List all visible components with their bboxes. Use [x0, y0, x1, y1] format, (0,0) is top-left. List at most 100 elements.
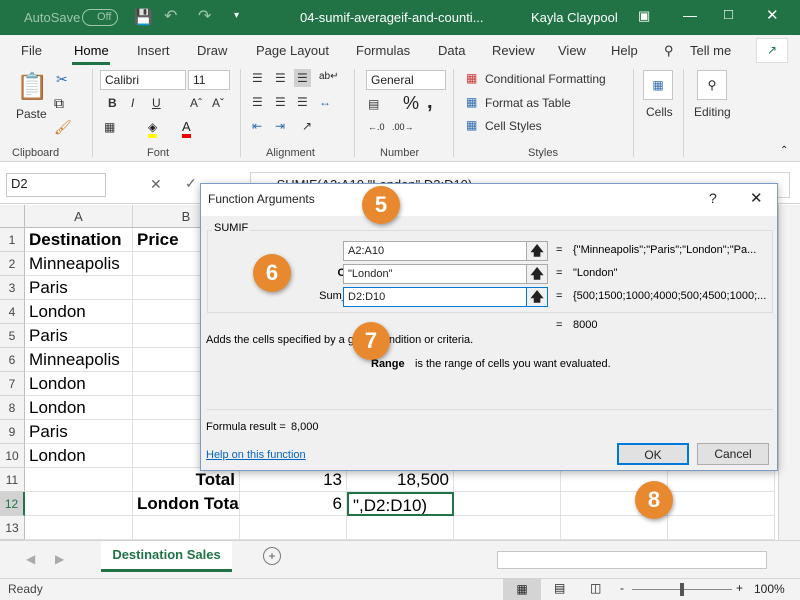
row-header[interactable]: 11	[0, 468, 25, 492]
tab-home[interactable]: Home	[74, 43, 109, 58]
cell-b12[interactable]: London Total	[133, 492, 240, 516]
user-name[interactable]: Kayla Claypool	[531, 10, 618, 25]
cell-g12[interactable]	[668, 492, 775, 516]
cell-a3[interactable]: Paris	[25, 276, 133, 300]
cell-a7[interactable]: London	[25, 372, 133, 396]
row-header[interactable]: 12	[0, 492, 25, 516]
merge-center-icon[interactable]: ↔	[319, 95, 331, 109]
cell-a2[interactable]: Minneapolis	[25, 252, 133, 276]
orientation-icon[interactable]: ↗	[302, 119, 312, 133]
cell-a4[interactable]: London	[25, 300, 133, 324]
decrease-indent-icon[interactable]: ⇤	[252, 119, 262, 133]
tab-file[interactable]: File	[21, 43, 42, 58]
cell-g11[interactable]	[668, 468, 775, 492]
comma-style-icon[interactable]: ,	[427, 91, 433, 114]
cell-a12[interactable]	[25, 492, 133, 516]
arg-input-range[interactable]: A2:A10	[343, 241, 537, 261]
conditional-formatting-button[interactable]: Conditional Formatting	[485, 72, 606, 86]
cell-a9[interactable]: Paris	[25, 420, 133, 444]
row-header[interactable]: 1	[0, 228, 25, 252]
ribbon-display-icon[interactable]: ▣	[638, 8, 650, 24]
number-format-select[interactable]: General	[366, 70, 446, 90]
row-header[interactable]: 3	[0, 276, 25, 300]
underline-icon[interactable]: U	[152, 96, 161, 110]
borders-icon[interactable]: ▦	[104, 120, 115, 134]
paste-icon[interactable]: 📋	[16, 71, 48, 102]
align-right-icon[interactable]: ☰	[297, 95, 308, 109]
ok-button[interactable]: OK	[617, 443, 689, 465]
decrease-font-icon[interactable]: Aˇ	[212, 96, 224, 110]
cell-c13[interactable]	[240, 516, 347, 540]
cell-styles-button[interactable]: Cell Styles	[485, 119, 542, 133]
zoom-out-icon[interactable]: -	[620, 581, 624, 595]
align-left-icon[interactable]: ☰	[252, 95, 263, 109]
row-header[interactable]: 4	[0, 300, 25, 324]
copy-icon[interactable]: ⧉	[54, 95, 64, 112]
row-header[interactable]: 8	[0, 396, 25, 420]
align-top-icon[interactable]: ☰	[252, 71, 263, 85]
tab-formulas[interactable]: Formulas	[356, 43, 410, 58]
share-icon[interactable]: ↗	[756, 38, 788, 63]
tab-help[interactable]: Help	[611, 43, 638, 58]
save-icon[interactable]: 💾	[134, 8, 153, 26]
zoom-level[interactable]: 100%	[754, 582, 785, 596]
row-header[interactable]: 2	[0, 252, 25, 276]
cell-g13[interactable]	[668, 516, 775, 540]
accounting-format-icon[interactable]: ▤	[368, 97, 379, 111]
cell-a8[interactable]: London	[25, 396, 133, 420]
cancel-button[interactable]: Cancel	[697, 443, 769, 465]
vertical-scrollbar[interactable]	[778, 205, 800, 540]
page-break-view-icon[interactable]: ◫	[590, 581, 601, 595]
cell-c12[interactable]: 6	[240, 492, 347, 516]
italic-icon[interactable]: I	[131, 96, 134, 110]
select-all-corner[interactable]	[0, 205, 25, 228]
help-link[interactable]: Help on this function	[206, 449, 306, 461]
row-header[interactable]: 7	[0, 372, 25, 396]
row-header[interactable]: 10	[0, 444, 25, 468]
search-icon[interactable]: ⚲	[664, 43, 674, 59]
zoom-in-icon[interactable]: +	[736, 581, 743, 595]
collapse-dialog-icon[interactable]: 🡅	[526, 264, 548, 284]
next-sheet-icon[interactable]: ▶	[55, 552, 64, 566]
cell-d13[interactable]	[347, 516, 454, 540]
cell-e11[interactable]	[454, 468, 561, 492]
undo-icon[interactable]: ↶	[164, 6, 177, 26]
cell-a10[interactable]: London	[25, 444, 133, 468]
row-header[interactable]: 6	[0, 348, 25, 372]
column-header-a[interactable]: A	[25, 205, 133, 228]
row-header[interactable]: 9	[0, 420, 25, 444]
cell-a5[interactable]: Paris	[25, 324, 133, 348]
zoom-slider-handle[interactable]	[680, 583, 684, 596]
cell-a13[interactable]	[25, 516, 133, 540]
tab-view[interactable]: View	[558, 43, 586, 58]
normal-view-icon[interactable]: ▦	[503, 579, 541, 600]
enter-icon[interactable]: ✓	[185, 175, 197, 192]
paste-button[interactable]: Paste	[16, 107, 47, 121]
collapse-dialog-icon[interactable]: 🡅	[526, 287, 548, 307]
editing-button[interactable]: Editing	[694, 105, 731, 119]
tab-page-layout[interactable]: Page Layout	[256, 43, 329, 58]
row-header[interactable]: 13	[0, 516, 25, 540]
tab-draw[interactable]: Draw	[197, 43, 227, 58]
cell-d11[interactable]: 18,500	[347, 468, 454, 492]
cut-icon[interactable]: ✂	[56, 71, 68, 88]
arg-input-sum_range[interactable]: D2:D10	[343, 287, 537, 307]
align-center-icon[interactable]: ☰	[275, 95, 286, 109]
customize-toolbar-icon[interactable]: ▾	[234, 10, 239, 21]
increase-decimal-icon[interactable]: ←.0	[368, 122, 385, 132]
align-bottom-icon[interactable]: ☰	[294, 69, 311, 87]
tab-insert[interactable]: Insert	[137, 43, 170, 58]
dialog-help-button[interactable]: ?	[709, 190, 717, 206]
tab-review[interactable]: Review	[492, 43, 535, 58]
close-icon[interactable]: ✕	[766, 6, 779, 24]
cell-b11[interactable]: Total	[133, 468, 240, 492]
format-painter-icon[interactable]: 🖌	[54, 119, 72, 136]
bold-icon[interactable]: B	[108, 96, 117, 110]
decrease-decimal-icon[interactable]: .00→	[392, 122, 414, 132]
dialog-close-icon[interactable]: ✕	[750, 189, 763, 207]
cell-e13[interactable]	[454, 516, 561, 540]
cell-a11[interactable]	[25, 468, 133, 492]
tell-me[interactable]: Tell me	[690, 43, 731, 58]
autosave-toggle[interactable]: Off	[82, 9, 118, 26]
page-layout-view-icon[interactable]: ▤	[554, 581, 565, 595]
